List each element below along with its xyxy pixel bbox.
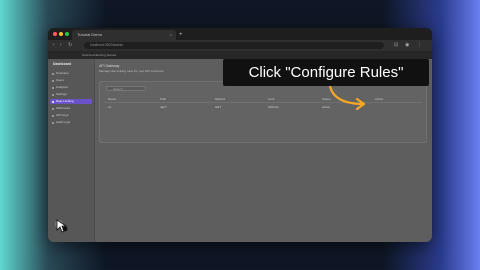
table-cell: v1 xyxy=(108,105,112,109)
tab-title: Tutorial Demo xyxy=(77,32,102,37)
sidebar-item-label: Webhooks xyxy=(56,106,71,110)
sidebar-item-webhooks[interactable]: Webhooks xyxy=(50,106,92,111)
sidebar-item-label: API Keys xyxy=(56,113,69,117)
search-input[interactable]: Search xyxy=(106,86,146,91)
table-cell: GET xyxy=(215,105,222,109)
bookmark-item[interactable]: Dashboard xyxy=(82,51,97,59)
users-icon xyxy=(52,79,54,82)
tutorial-caption: Click "Configure Rules" xyxy=(223,59,429,86)
close-window-button[interactable] xyxy=(53,32,57,36)
sidebar-item-overview[interactable]: Overview xyxy=(50,71,92,76)
browser-toolbar: ‹ › ↻ localhost:3000/admin ⊡ ◉ ⋮ xyxy=(48,40,432,51)
caption-text: Click "Configure Rules" xyxy=(248,64,404,81)
address-bar[interactable]: localhost:3000/admin xyxy=(84,42,384,49)
sidebar-item-settings[interactable]: Settings xyxy=(50,92,92,97)
sidebar-item-users[interactable]: Users xyxy=(50,78,92,83)
overview-icon xyxy=(52,72,54,75)
sidebar-item-analytics[interactable]: Analytics xyxy=(50,85,92,90)
sidebar-item-audit-logs[interactable]: Audit Logs xyxy=(50,120,92,125)
key-icon xyxy=(52,114,54,117)
menu-icon[interactable]: ⋮ xyxy=(417,40,422,51)
bookmarks-bar: Dashboard Getting Started xyxy=(48,51,432,59)
reload-icon[interactable]: ↻ xyxy=(68,40,72,51)
sidebar-item-api-keys[interactable]: API Keys xyxy=(50,113,92,118)
rate-limit-icon xyxy=(52,100,54,103)
webhooks-icon xyxy=(52,107,54,110)
column-header: Path xyxy=(160,97,167,101)
sidebar-item-label: Users xyxy=(56,78,64,82)
sidebar-item-label: Audit Logs xyxy=(56,120,71,124)
profile-icon[interactable]: ◉ xyxy=(405,40,409,51)
new-tab-button[interactable]: + xyxy=(179,30,183,40)
browser-titlebar: Tutorial Demo × + xyxy=(48,28,432,40)
sidebar-brand: Dashboard xyxy=(53,62,72,66)
column-header: Name xyxy=(108,97,117,101)
mouse-cursor-icon xyxy=(56,219,68,233)
minimize-window-button[interactable] xyxy=(59,32,63,36)
extensions-icon[interactable]: ⊡ xyxy=(394,40,398,51)
sidebar-item-label: Rate Limiting xyxy=(56,99,74,103)
page-title: API Gateway xyxy=(99,64,120,68)
analytics-icon xyxy=(52,86,54,89)
forward-icon[interactable]: › xyxy=(60,40,62,51)
column-header: Limit xyxy=(268,97,275,101)
sidebar-item-label: Overview xyxy=(56,71,69,75)
url-text: localhost:3000/admin xyxy=(90,43,124,47)
browser-tab[interactable]: Tutorial Demo × xyxy=(72,30,176,40)
back-icon[interactable]: ‹ xyxy=(53,40,55,51)
sidebar: Dashboard Overview Users Analytics Setti… xyxy=(48,59,95,242)
settings-icon xyxy=(52,93,54,96)
sidebar-item-label: Settings xyxy=(56,92,67,96)
column-header: Method xyxy=(215,97,226,101)
tab-close-icon[interactable]: × xyxy=(170,30,172,40)
maximize-window-button[interactable] xyxy=(65,32,69,36)
bookmark-item[interactable]: Getting Started xyxy=(96,51,116,59)
log-icon xyxy=(52,121,54,124)
page-subtitle: Manage rate limiting rules for your API … xyxy=(99,69,164,73)
search-placeholder: Search xyxy=(113,87,123,91)
table-cell: /api/* xyxy=(160,105,167,109)
sidebar-item-rate-limiting[interactable]: Rate Limiting xyxy=(50,99,92,104)
table-cell: 100/min xyxy=(268,105,279,109)
pointer-arrow-icon xyxy=(328,84,366,111)
sidebar-item-label: Analytics xyxy=(56,85,69,89)
